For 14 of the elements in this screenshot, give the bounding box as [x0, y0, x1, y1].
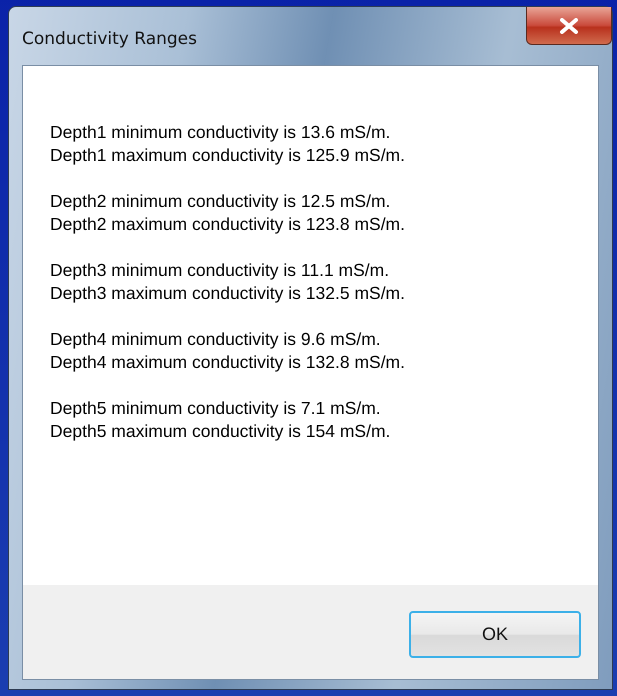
- message-line: Depth5 maximum conductivity is 154 mS/m.: [50, 420, 392, 443]
- message-line: Depth1 maximum conductivity is 125.9 mS/m.: [50, 144, 406, 167]
- ok-button[interactable]: OK: [409, 610, 581, 658]
- close-icon: [559, 18, 579, 34]
- window-title: Conductivity Ranges: [22, 29, 197, 49]
- message-line: Depth1 minimum conductivity is 13.6 mS/m.: [50, 121, 392, 144]
- message-line: Depth5 minimum conductivity is 7.1 mS/m.: [50, 397, 382, 420]
- message-line: Depth2 minimum conductivity is 12.5 mS/m.: [50, 190, 392, 213]
- message-line: Depth4 maximum conductivity is 132.8 mS/m.: [50, 351, 406, 374]
- message-line: Depth3 maximum conductivity is 132.5 mS/m.: [50, 282, 406, 305]
- close-button[interactable]: [526, 7, 612, 45]
- message-line: Depth2 maximum conductivity is 123.8 mS/m.: [50, 213, 406, 236]
- message-line: Depth4 minimum conductivity is 9.6 mS/m.: [50, 328, 382, 351]
- message-line: Depth3 minimum conductivity is 11.1 mS/m.: [50, 259, 390, 282]
